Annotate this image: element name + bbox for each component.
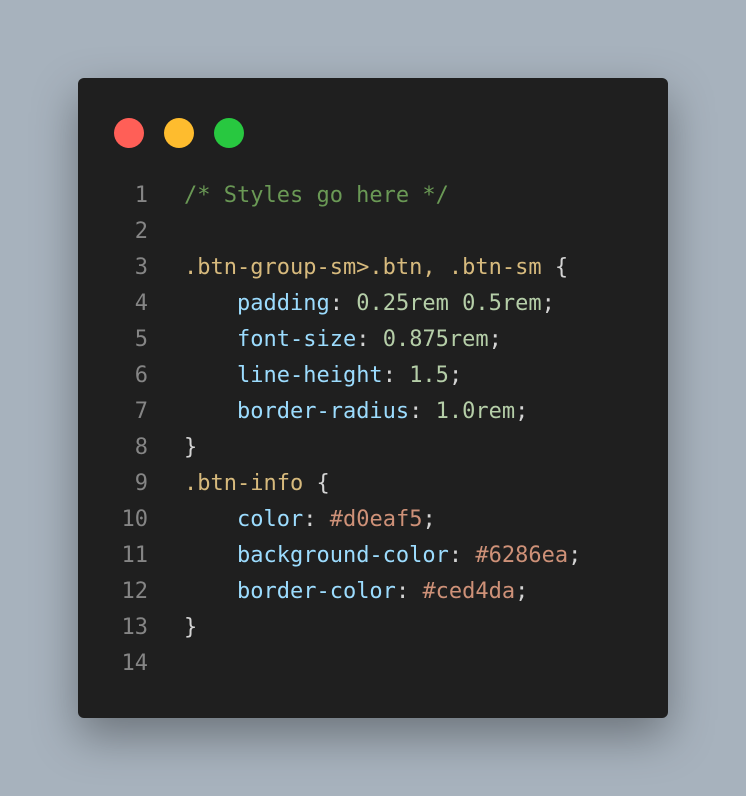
code-token-num: 1.0rem [435,399,516,424]
code-token-prop: background-color [236,543,449,568]
code-token-punct: ; [488,327,502,352]
code-token-punct: { [541,255,569,280]
code-line: 4 padding: 0.25rem 0.5rem; [78,286,668,322]
code-token-punct: ; [515,579,529,604]
code-line: 12 border-color: #ced4da; [78,574,668,610]
line-text: padding: 0.25rem 0.5rem; [184,286,555,322]
line-number: 11 [121,543,149,568]
line-number: 3 [134,255,148,280]
code-token-sel: .btn-group-sm>.btn, .btn-sm [184,255,542,280]
code-token-prop: border-color [236,579,396,604]
code-token-punct: ; [515,399,529,424]
maximize-dot[interactable] [214,118,244,148]
code-line: 1 /* Styles go here */ [78,178,668,214]
code-token-punct: ; [541,291,555,316]
code-token-punct [184,363,237,388]
code-editor[interactable]: 1 /* Styles go here */ 2 3 .btn-group-sm>.bt… [78,178,668,682]
code-token-prop: font-size [236,327,357,352]
code-window: 1 /* Styles go here */ 2 3 .btn-group-sm>.bt… [78,78,668,718]
code-line: 7 border-radius: 1.0rem; [78,394,668,430]
line-number: 9 [134,471,148,496]
code-token-punct: ; [422,507,436,532]
code-line: 13} [78,610,668,646]
line-number: 8 [134,435,148,460]
line-text: border-color: #ced4da; [184,574,528,610]
code-token-punct: : [409,399,436,424]
code-token-color: #ced4da [422,579,516,604]
close-dot[interactable] [114,118,144,148]
line-number: 6 [134,363,148,388]
code-token-punct: : [395,579,423,604]
line-number: 5 [134,327,148,352]
code-token-punct: : [448,543,476,568]
code-line: 6 line-height: 1.5; [78,358,668,394]
line-number: 12 [121,579,149,604]
code-token-punct: ; [448,363,463,388]
window-controls [114,118,244,148]
line-text: color: #d0eaf5; [184,502,436,538]
line-text: /* Styles go here */ [184,178,449,214]
code-token-sel: .btn-info [184,471,304,496]
code-token-punct: { [303,471,330,496]
line-number: 10 [121,507,149,532]
code-token-prop: border-radius [236,399,410,424]
minimize-dot[interactable] [164,118,194,148]
line-text: font-size: 0.875rem; [184,322,502,358]
line-text: line-height: 1.5; [184,358,462,394]
line-number: 1 [134,183,148,208]
code-line: 9 .btn-info { [78,466,668,502]
code-token-num: 0.875rem [382,327,489,352]
code-token-num: 0.25rem 0.5rem [356,291,542,316]
code-line: 11 background-color: #6286ea; [78,538,668,574]
code-token-color: #6286ea [475,543,569,568]
code-token-prop: color [236,507,304,532]
line-text: .btn-group-sm>.btn, .btn-sm { [184,250,568,286]
code-token-punct: : [329,291,357,316]
code-token-punct [184,399,237,424]
code-token-punct: ; [568,543,582,568]
code-line: 8} [78,430,668,466]
code-line: 5 font-size: 0.875rem; [78,322,668,358]
line-number: 2 [134,219,148,244]
line-text: background-color: #6286ea; [184,538,581,574]
code-token-prop: line-height [236,363,383,388]
code-token-punct: : [356,327,383,352]
code-token-punct: } [184,615,198,640]
code-token-punct [184,579,237,604]
line-number: 14 [121,651,149,676]
code-token-punct [184,327,237,352]
code-token-punct: : [382,363,410,388]
code-line: 14 [78,646,668,682]
line-text: .btn-info { [184,466,330,502]
code-token-punct [184,507,237,532]
code-token-prop: padding [236,291,330,316]
code-token-punct [184,291,237,316]
code-line: 3 .btn-group-sm>.btn, .btn-sm { [78,250,668,286]
line-text: } [184,430,197,466]
code-token-color: #d0eaf5 [329,507,423,532]
code-line: 10 color: #d0eaf5; [78,502,668,538]
line-number: 13 [121,615,149,640]
line-text: border-radius: 1.0rem; [184,394,528,430]
line-number: 4 [134,291,148,316]
code-token-num: 1.5 [409,363,449,388]
code-token-punct: : [303,507,330,532]
code-token-comment: /* Styles go here */ [184,183,449,208]
code-line: 2 [78,214,668,250]
code-token-punct: } [184,435,198,460]
code-token-punct [184,543,237,568]
line-number: 7 [134,399,148,424]
line-text: } [184,610,197,646]
